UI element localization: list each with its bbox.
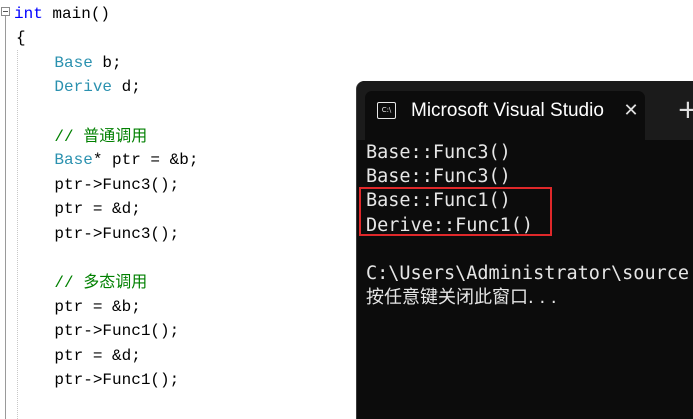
code-token: // — [54, 128, 84, 146]
code-token: Derive — [54, 78, 113, 97]
code-token: ptr->Func3(); — [16, 175, 180, 194]
console-titlebar[interactable]: C:\ Microsoft Visual Studio ✕ + — [357, 81, 693, 140]
code-line: Base* ptr = &b; — [16, 148, 198, 172]
code-token: Base — [54, 151, 93, 170]
code-token: * ptr = &b; — [92, 151, 199, 170]
new-tab-icon[interactable]: + — [677, 97, 693, 123]
code-token: ptr->Func1(); — [16, 371, 180, 389]
code-line: ptr = &b; — [16, 295, 141, 319]
code-line: Base b; — [16, 51, 122, 75]
code-token: 多态调用 — [83, 272, 148, 292]
code-line: ptr = &d; — [16, 344, 141, 368]
code-line: Derive d; — [16, 75, 141, 99]
console-line: Base::Func3() — [366, 166, 511, 188]
code-token: b; — [92, 53, 122, 72]
code-token: Base — [54, 53, 93, 72]
code-line: // 多态调用 — [16, 270, 147, 294]
close-icon[interactable]: ✕ — [621, 99, 641, 123]
code-line: ptr->Func1(); — [16, 368, 179, 392]
code-line: ptr = &d; — [16, 197, 141, 221]
code-line: // 普通调用 — [16, 124, 147, 148]
code-token: int — [14, 5, 43, 23]
code-token: 普通调用 — [83, 126, 148, 145]
console-window[interactable]: C:\ Microsoft Visual Studio ✕ + Base::Fu… — [357, 81, 693, 419]
tab-title: Microsoft Visual Studio — [411, 100, 604, 121]
code-line: ptr->Func1(); — [16, 319, 179, 343]
code-line: { — [16, 26, 26, 50]
highlight-box — [359, 187, 552, 236]
fold-guide-line — [5, 16, 6, 419]
terminal-icon: C:\ — [377, 102, 396, 119]
code-token: ptr = &d; — [16, 346, 141, 365]
code-token: ptr->Func3(); — [16, 224, 180, 243]
console-line: 按任意键关闭此窗口. . . — [366, 287, 557, 309]
console-tab[interactable]: C:\ Microsoft Visual Studio ✕ — [365, 91, 645, 140]
console-line: C:\Users\Administrator\source — [366, 263, 690, 284]
code-token: main() — [42, 5, 111, 23]
collapse-toggle-icon[interactable] — [1, 7, 10, 16]
code-line: ptr->Func3(); — [16, 173, 179, 197]
code-token: ptr->Func1(); — [16, 322, 180, 341]
code-line: ptr->Func3(); — [16, 222, 179, 246]
code-token: ptr = &d; — [16, 200, 141, 219]
code-line: int main() — [14, 2, 110, 26]
code-token: { — [16, 29, 26, 48]
code-token: // — [54, 274, 84, 293]
console-line: Base::Func3() — [366, 142, 511, 163]
code-token: d; — [112, 78, 141, 97]
code-token: ptr = &b; — [16, 297, 141, 316]
